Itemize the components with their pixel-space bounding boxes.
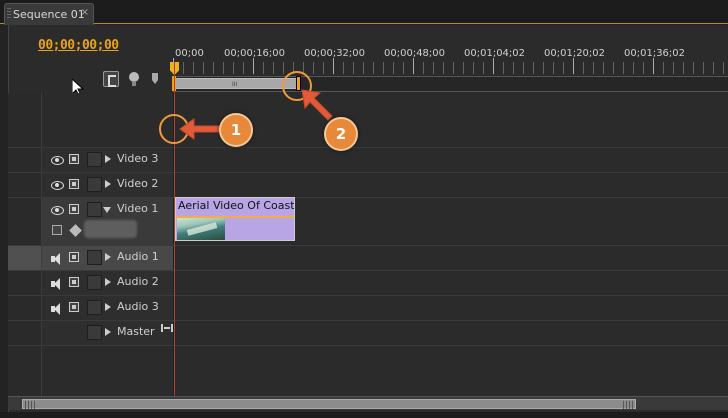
track-label: Audio 2 [117, 275, 159, 288]
track-audio-3[interactable]: Audio 3 [8, 296, 728, 321]
track-label: Video 1 [117, 202, 159, 215]
film-icon[interactable] [69, 277, 79, 287]
track-header-audio-3[interactable]: Audio 3 [8, 296, 174, 320]
horizontal-scrollbar[interactable] [8, 396, 728, 410]
header-left-column [8, 271, 42, 295]
scrollbar-thumb[interactable] [22, 399, 636, 409]
collapse-triangle-icon[interactable] [103, 207, 111, 213]
bottom-border [0, 412, 728, 418]
track-header-audio-2[interactable]: Audio 2 [8, 271, 174, 295]
tab-bar: Sequence 01 × [0, 0, 728, 25]
track-header-video-2[interactable]: Video 2 [8, 173, 174, 197]
eye-icon[interactable] [50, 205, 64, 215]
track-label: Video 3 [117, 152, 159, 165]
track-video-3[interactable]: Video 3 [8, 148, 728, 173]
lock-toggle[interactable] [87, 275, 102, 290]
header-left-column [8, 148, 42, 172]
callout-arrow-2-icon [301, 89, 333, 121]
expand-triangle-icon[interactable] [105, 253, 111, 261]
lock-toggle[interactable] [87, 202, 102, 217]
track-video-2[interactable]: Video 2 [8, 173, 728, 198]
track-label: Master [117, 325, 155, 338]
header-left-column [8, 321, 42, 345]
film-icon[interactable] [69, 302, 79, 312]
work-area-bar[interactable]: III [173, 78, 299, 89]
lock-toggle[interactable] [87, 177, 102, 192]
film-icon[interactable] [69, 154, 79, 164]
ruler-label: 00;00;48;00 [384, 48, 446, 59]
clip-title: Aerial Video Of Coastli [178, 199, 294, 212]
header-left-column [8, 173, 42, 197]
tab-title: Sequence 01 [13, 8, 85, 21]
expand-triangle-icon[interactable] [105, 328, 111, 336]
expand-triangle-icon[interactable] [105, 278, 111, 286]
current-timecode[interactable]: 00;00;00;00 [38, 38, 119, 53]
lock-toggle[interactable] [87, 325, 102, 340]
eye-icon[interactable] [50, 180, 64, 190]
track-label: Video 2 [117, 177, 159, 190]
scroll-grip-left-icon[interactable] [25, 401, 35, 409]
expand-triangle-icon[interactable] [105, 155, 111, 163]
header-left-column [8, 246, 42, 270]
clip-thumbnail [177, 218, 225, 240]
track-master[interactable]: Master [8, 321, 728, 346]
snap-icon[interactable] [103, 71, 119, 87]
ruler-label: 00;00;16;00 [224, 48, 286, 59]
callout-badge-2: 2 [324, 117, 358, 151]
callout-badge-1: 1 [219, 113, 253, 147]
film-icon[interactable] [69, 252, 79, 262]
speaker-icon[interactable] [50, 278, 64, 290]
eye-icon[interactable] [50, 155, 64, 165]
ruler-label: 00;01;20;02 [544, 48, 606, 59]
header-left-column [8, 346, 42, 396]
ruler-label: 00;01;04;02 [464, 48, 526, 59]
track-header-video-3[interactable]: Video 3 [8, 148, 174, 172]
ruler-label: 00;00 [175, 48, 204, 59]
keyframe-navigator[interactable] [84, 220, 137, 238]
lock-toggle[interactable] [87, 300, 102, 315]
expand-triangle-icon[interactable] [105, 303, 111, 311]
timeline-window: Sequence 01 × 00;00;00;00 00;00 00;00;16… [0, 0, 728, 418]
track-audio-1[interactable]: Audio 1 [8, 246, 728, 271]
tab-grip-icon[interactable] [7, 8, 11, 20]
track-label: Audio 3 [117, 300, 159, 313]
work-area-grip-icon[interactable]: III [232, 81, 237, 88]
display-style-icon[interactable] [52, 225, 62, 235]
film-icon[interactable] [69, 179, 79, 189]
speaker-icon[interactable] [50, 303, 64, 315]
empty-header [8, 93, 174, 147]
header-left-column [8, 93, 42, 147]
add-marker-icon[interactable] [127, 71, 143, 87]
encore-marker-icon[interactable] [150, 71, 166, 87]
track-audio-2[interactable]: Audio 2 [8, 271, 728, 296]
callout-arrow-1-icon [179, 118, 220, 140]
track-label: Audio 1 [117, 250, 159, 263]
ruler-major-ticks [173, 58, 728, 74]
header-left-column [8, 296, 42, 320]
ruler-label: 00;00;32;00 [304, 48, 366, 59]
header-left-column [8, 198, 42, 245]
scroll-grip-right-icon[interactable] [623, 401, 633, 409]
time-ruler[interactable]: 00;00 00;00;16;00 00;00;32;00 00;00;48;0… [173, 44, 728, 76]
speaker-icon[interactable] [50, 253, 64, 265]
lock-toggle[interactable] [87, 250, 102, 265]
track-header-audio-1[interactable]: Audio 1 [8, 246, 174, 270]
close-icon[interactable]: × [81, 7, 89, 18]
master-icon [161, 324, 173, 332]
empty-header [8, 346, 174, 396]
empty-track-area [8, 93, 728, 148]
playhead-line[interactable] [174, 62, 175, 397]
track-header-master[interactable]: Master [8, 321, 174, 345]
ruler-label: 00;01;36;02 [624, 48, 686, 59]
tab-sequence-01[interactable]: Sequence 01 × [4, 3, 94, 25]
empty-track-area [8, 346, 728, 396]
film-icon[interactable] [69, 204, 79, 214]
lock-toggle[interactable] [87, 152, 102, 167]
video-clip[interactable]: Aerial Video Of Coastli [175, 197, 295, 241]
expand-triangle-icon[interactable] [105, 180, 111, 188]
